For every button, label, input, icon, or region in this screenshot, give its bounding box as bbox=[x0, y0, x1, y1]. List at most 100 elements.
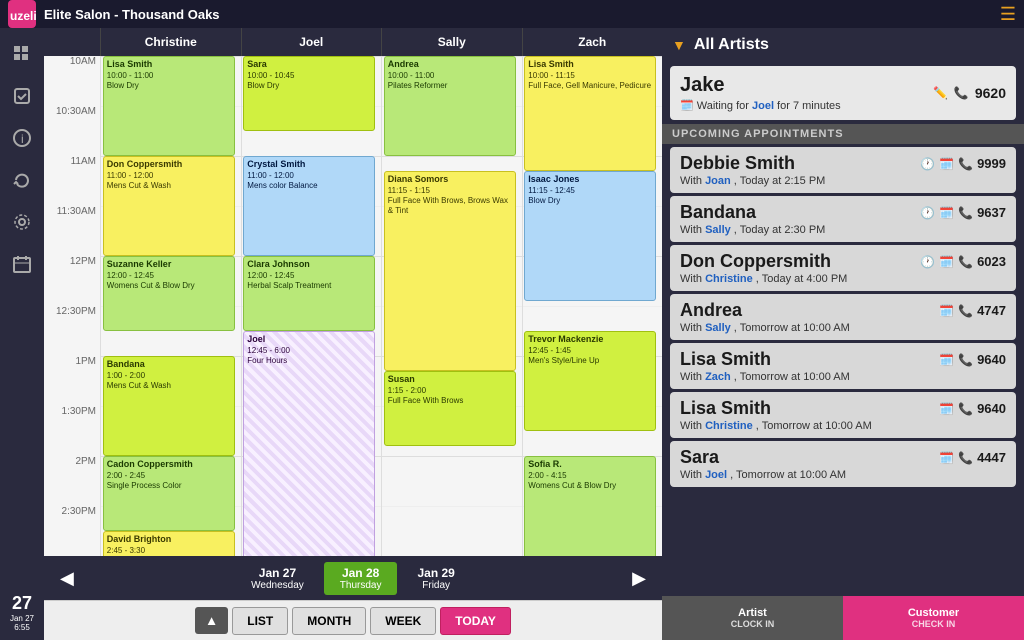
appt-sara-detail: With Joel , Tomorrow at 10:00 AM bbox=[680, 469, 1006, 481]
nav-prev[interactable]: ◀ bbox=[52, 564, 82, 593]
uzeli-logo: uzeli bbox=[8, 0, 36, 28]
artist-checkin-tab[interactable]: Artist CLOCK IN bbox=[662, 596, 843, 640]
customer-checkin-tab[interactable]: Customer CHECK IN bbox=[843, 596, 1024, 640]
app-title: Elite Salon - Thousand Oaks bbox=[44, 7, 220, 22]
appt-don-detail: With Christine , Today at 4:00 PM bbox=[680, 273, 1006, 285]
appt-joel-clara[interactable]: Clara Johnson 12:00 - 12:45 Herbal Scalp… bbox=[243, 256, 375, 331]
cal-icon-debbie[interactable]: 🗓️ bbox=[939, 157, 954, 171]
sidebar-item-settings[interactable] bbox=[4, 204, 40, 240]
appt-zach-trevor[interactable]: Trevor Mackenzie 12:45 - 1:45 Men's Styl… bbox=[524, 331, 656, 431]
sidebar-item-home[interactable] bbox=[4, 36, 40, 72]
hamburger-icon[interactable]: ☰ bbox=[1000, 4, 1016, 25]
today-button[interactable]: TODAY bbox=[440, 607, 511, 635]
appt-don-name: Don Coppersmith bbox=[680, 251, 831, 272]
filter-icon[interactable]: ▼ bbox=[672, 37, 686, 53]
appointment-list: Debbie Smith 🕐 🗓️ 📞 9999 With Joan , Tod… bbox=[662, 144, 1024, 596]
appt-christine-lisa-smith[interactable]: Lisa Smith 10:00 - 11:00 Blow Dry bbox=[103, 56, 235, 156]
phone-icon[interactable]: 📞 bbox=[954, 86, 969, 100]
appt-card-bandana[interactable]: Bandana 🕐 🗓️ 📞 9637 With Sally , Today a… bbox=[670, 196, 1016, 242]
phone-icon-lisa-christine[interactable]: 📞 bbox=[958, 402, 973, 416]
right-panel: ▼ All Artists Jake 🗓️ Waiting for Joel f… bbox=[662, 28, 1024, 640]
svg-text:i: i bbox=[21, 132, 24, 146]
sidebar-item-calendar[interactable] bbox=[4, 246, 40, 282]
time-230: 2:30PM bbox=[44, 506, 100, 517]
appt-christine-cadon[interactable]: Cadon Coppersmith 2:00 - 2:45 Single Pro… bbox=[103, 456, 235, 531]
appt-zach-lisa[interactable]: Lisa Smith 10:00 - 11:15 Full Face, Gell… bbox=[524, 56, 656, 171]
bottom-toolbar: ▲ LIST MONTH WEEK TODAY bbox=[44, 600, 662, 640]
phone-icon-andrea[interactable]: 📞 bbox=[958, 304, 973, 318]
col-header-sally: Sally bbox=[381, 28, 522, 56]
appt-christine-bandana[interactable]: Bandana 1:00 - 2:00 Mens Cut & Wash bbox=[103, 356, 235, 456]
cal-icon-bandana[interactable]: 🗓️ bbox=[939, 206, 954, 220]
artist-tab-label: Artist bbox=[738, 607, 767, 619]
nav-date-thu[interactable]: Jan 28 Thursday bbox=[324, 562, 398, 595]
waiting-info: 🗓️ Waiting for Joel for 7 minutes bbox=[680, 99, 841, 112]
nav-next[interactable]: ▶ bbox=[624, 564, 654, 593]
bottom-tabs: Artist CLOCK IN Customer CHECK IN bbox=[662, 596, 1024, 640]
edit-icon[interactable]: ✏️ bbox=[933, 86, 948, 100]
appt-card-lisa-christine[interactable]: Lisa Smith 🗓️ 📞 9640 With Christine , To… bbox=[670, 392, 1016, 438]
appt-don-phone: 6023 bbox=[977, 254, 1006, 269]
appt-lisa-christine-detail: With Christine , Tomorrow at 10:00 AM bbox=[680, 420, 1006, 432]
phone-icon-sara[interactable]: 📞 bbox=[958, 451, 973, 465]
clock-icon-bandana[interactable]: 🕐 bbox=[920, 206, 935, 220]
appt-lisa-christine-phone: 9640 bbox=[977, 401, 1006, 416]
appt-joel-crystal[interactable]: Crystal Smith 11:00 - 12:00 Mens color B… bbox=[243, 156, 375, 256]
appt-andrea-name: Andrea bbox=[680, 300, 742, 321]
appt-sally-diana[interactable]: Diana Somors 11:15 - 1:15 Full Face With… bbox=[384, 171, 516, 371]
appt-sally-susan[interactable]: Susan 1:15 - 2:00 Full Face With Brows bbox=[384, 371, 516, 446]
waiting-card[interactable]: Jake 🗓️ Waiting for Joel for 7 minutes ✏… bbox=[670, 66, 1016, 120]
right-panel-header: ▼ All Artists bbox=[662, 28, 1024, 62]
appt-andrea-detail: With Sally , Tomorrow at 10:00 AM bbox=[680, 322, 1006, 334]
top-bar: uzeli Elite Salon - Thousand Oaks ☰ bbox=[0, 0, 1024, 28]
month-view-button[interactable]: MONTH bbox=[292, 607, 366, 635]
cal-icon-sara[interactable]: 🗓️ bbox=[939, 451, 954, 465]
appt-lisa-zach-name: Lisa Smith bbox=[680, 349, 771, 370]
week-view-button[interactable]: WEEK bbox=[370, 607, 436, 635]
right-panel-title: All Artists bbox=[694, 36, 769, 54]
sidebar-item-checkin[interactable] bbox=[4, 78, 40, 114]
nav-date-fri[interactable]: Jan 29 Friday bbox=[401, 562, 470, 595]
time-2pm: 2PM bbox=[44, 456, 100, 467]
cal-icon-andrea[interactable]: 🗓️ bbox=[939, 304, 954, 318]
nav-bar: ◀ Jan 27 Wednesday Jan 28 Thursday Jan 2… bbox=[44, 556, 662, 600]
list-view-button[interactable]: LIST bbox=[232, 607, 288, 635]
appt-card-lisa-zach[interactable]: Lisa Smith 🗓️ 📞 9640 With Zach , Tomorro… bbox=[670, 343, 1016, 389]
cal-icon-lisa-christine[interactable]: 🗓️ bbox=[939, 402, 954, 416]
clock-icon-don[interactable]: 🕐 bbox=[920, 255, 935, 269]
appt-joel-joel[interactable]: Joel 12:45 - 6:00 Four Hours bbox=[243, 331, 375, 556]
appt-card-andrea[interactable]: Andrea 🗓️ 📞 4747 With Sally , Tomorrow a… bbox=[670, 294, 1016, 340]
scroll-up-button[interactable]: ▲ bbox=[195, 607, 228, 634]
sidebar-item-info[interactable]: i bbox=[4, 120, 40, 156]
appt-sally-andrea[interactable]: Andrea 10:00 - 11:00 Pilates Reformer bbox=[384, 56, 516, 156]
waiting-phone: 9620 bbox=[975, 85, 1006, 101]
customer-tab-label: Customer bbox=[908, 607, 959, 619]
cal-icon-don[interactable]: 🗓️ bbox=[939, 255, 954, 269]
appt-zach-isaac[interactable]: Isaac Jones 11:15 - 12:45 Blow Dry bbox=[524, 171, 656, 301]
nav-date-wed[interactable]: Jan 27 Wednesday bbox=[235, 562, 320, 595]
clock-icon-debbie[interactable]: 🕐 bbox=[920, 157, 935, 171]
appt-zach-sofia[interactable]: Sofia R. 2:00 - 4:15 Womens Cut & Blow D… bbox=[524, 456, 656, 556]
waiting-name: Jake bbox=[680, 74, 841, 97]
time-1pm: 1PM bbox=[44, 356, 100, 367]
appt-joel-sara[interactable]: Sara 10:00 - 10:45 Blow Dry bbox=[243, 56, 375, 131]
phone-icon-lisa-zach[interactable]: 📞 bbox=[958, 353, 973, 367]
appt-lisa-zach-detail: With Zach , Tomorrow at 10:00 AM bbox=[680, 371, 1006, 383]
appt-christine-suzanne[interactable]: Suzanne Keller 12:00 - 12:45 Womens Cut … bbox=[103, 256, 235, 331]
phone-icon-bandana[interactable]: 📞 bbox=[958, 206, 973, 220]
appt-card-don[interactable]: Don Coppersmith 🕐 🗓️ 📞 6023 With Christi… bbox=[670, 245, 1016, 291]
appt-debbie-phone: 9999 bbox=[977, 156, 1006, 171]
appt-card-sara[interactable]: Sara 🗓️ 📞 4447 With Joel , Tomorrow at 1… bbox=[670, 441, 1016, 487]
appt-christine-david[interactable]: David Brighton 2:45 - 3:30 Men's Cut n C… bbox=[103, 531, 235, 556]
appt-bandana-phone: 9637 bbox=[977, 205, 1006, 220]
appt-bandana-name: Bandana bbox=[680, 202, 756, 223]
appt-christine-don[interactable]: Don Coppersmith 11:00 - 12:00 Mens Cut &… bbox=[103, 156, 235, 256]
phone-icon-debbie[interactable]: 📞 bbox=[958, 157, 973, 171]
time-10am: 10AM bbox=[44, 56, 100, 67]
cal-icon-lisa-zach[interactable]: 🗓️ bbox=[939, 353, 954, 367]
appt-lisa-zach-phone: 9640 bbox=[977, 352, 1006, 367]
phone-icon-don[interactable]: 📞 bbox=[958, 255, 973, 269]
sidebar-item-refresh[interactable] bbox=[4, 162, 40, 198]
appt-card-debbie[interactable]: Debbie Smith 🕐 🗓️ 📞 9999 With Joan , Tod… bbox=[670, 147, 1016, 193]
left-sidebar: i 27 Jan 276:55 bbox=[0, 28, 44, 640]
